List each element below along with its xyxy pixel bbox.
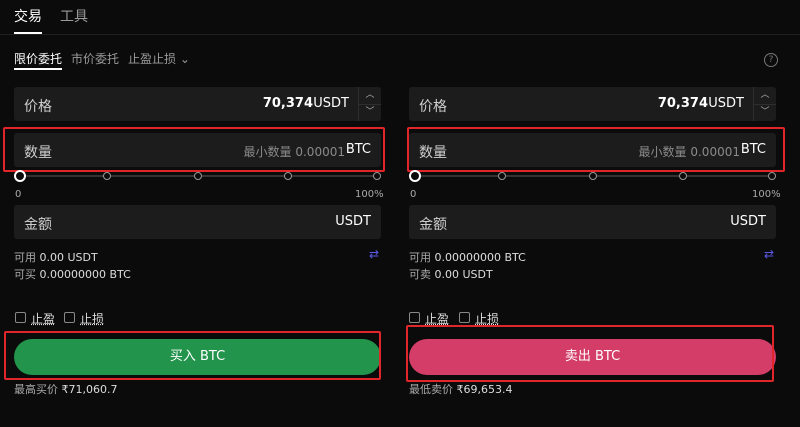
slider-min-label: 0 bbox=[410, 189, 417, 200]
sell-best-price: 最低卖价 ₹69,653.4 bbox=[409, 381, 512, 397]
main-tabs: 交易 工具 bbox=[0, 0, 800, 35]
slider-step-25[interactable] bbox=[103, 172, 111, 180]
sell-price-stepper[interactable]: ︿ ﹀ bbox=[753, 87, 776, 121]
buy-can-buy: 可买 0.00000000 BTC bbox=[14, 266, 131, 282]
sell-amount-unit: USDT bbox=[730, 214, 766, 229]
sell-can-label: 可卖 bbox=[409, 268, 431, 281]
buy-available: 可用 0.00 USDT bbox=[14, 249, 98, 265]
sell-available: 可用 0.00000000 BTC bbox=[409, 249, 526, 265]
buy-can-value: 0.00000000 BTC bbox=[39, 268, 131, 281]
tab-limit-order[interactable]: 限价委托 bbox=[14, 50, 63, 70]
sell-price-field[interactable]: 价格 70,374 USDT ︿ ﹀ bbox=[409, 87, 776, 121]
sell-best-value: ₹69,653.4 bbox=[456, 383, 513, 396]
sell-price-label: 价格 bbox=[419, 99, 447, 115]
slider-step-100[interactable] bbox=[768, 172, 776, 180]
slider-step-75[interactable] bbox=[679, 172, 687, 180]
slider-step-75[interactable] bbox=[284, 172, 292, 180]
slider-step-100[interactable] bbox=[373, 172, 381, 180]
help-icon[interactable]: ? bbox=[764, 53, 778, 67]
slider-max-label: 100% bbox=[355, 189, 384, 200]
sell-can-value: 0.00 USDT bbox=[434, 268, 493, 281]
buy-amount-label: 金额 bbox=[24, 217, 52, 233]
chevron-down-icon: ⌄ bbox=[179, 52, 190, 66]
buy-can-label: 可买 bbox=[14, 268, 36, 281]
buy-price-unit: USDT bbox=[313, 96, 349, 111]
chevron-down-icon[interactable]: ﹀ bbox=[754, 104, 776, 121]
buy-best-label: 最高买价 bbox=[14, 383, 58, 396]
chevron-up-icon[interactable]: ︿ bbox=[754, 87, 776, 105]
swap-icon[interactable]: ⇄ bbox=[764, 247, 774, 261]
sell-amount-field[interactable]: 金额 USDT bbox=[409, 205, 776, 239]
sell-price-unit: USDT bbox=[708, 96, 744, 111]
sell-available-value: 0.00000000 BTC bbox=[434, 251, 526, 264]
buy-price-label: 价格 bbox=[24, 99, 52, 115]
slider-max-label: 100% bbox=[752, 189, 781, 200]
sell-percent-slider[interactable] bbox=[409, 170, 776, 182]
buy-take-profit-label[interactable]: 止盈 bbox=[31, 310, 55, 327]
chevron-up-icon[interactable]: ︿ bbox=[359, 87, 381, 105]
buy-best-value: ₹71,060.7 bbox=[61, 383, 118, 396]
sell-price-value: 70,374 bbox=[657, 96, 708, 111]
slider-step-50[interactable] bbox=[589, 172, 597, 180]
highlight-box bbox=[407, 127, 785, 172]
buy-best-price: 最高买价 ₹71,060.7 bbox=[14, 381, 117, 397]
tab-market-order[interactable]: 市价委托 bbox=[71, 50, 119, 67]
highlight-box bbox=[3, 127, 385, 172]
chevron-down-icon[interactable]: ﹀ bbox=[359, 104, 381, 121]
buy-amount-unit: USDT bbox=[335, 214, 371, 229]
buy-stop-loss-label[interactable]: 止损 bbox=[80, 310, 104, 327]
slider-handle[interactable] bbox=[409, 170, 421, 182]
buy-price-stepper[interactable]: ︿ ﹀ bbox=[358, 87, 381, 121]
slider-min-label: 0 bbox=[15, 189, 22, 200]
slider-step-25[interactable] bbox=[498, 172, 506, 180]
buy-price-value: 70,374 bbox=[262, 96, 313, 111]
buy-available-value: 0.00 USDT bbox=[39, 251, 98, 264]
buy-stop-loss-checkbox[interactable] bbox=[64, 312, 75, 323]
sell-amount-label: 金额 bbox=[419, 217, 447, 233]
buy-available-label: 可用 bbox=[14, 251, 36, 264]
sell-can-sell: 可卖 0.00 USDT bbox=[409, 266, 493, 282]
highlight-box bbox=[406, 325, 774, 382]
tab-tp-sl-label: 止盈止损 bbox=[128, 52, 177, 66]
tab-trade[interactable]: 交易 bbox=[14, 6, 42, 34]
buy-price-field[interactable]: 价格 70,374 USDT ︿ ﹀ bbox=[14, 87, 381, 121]
buy-percent-slider[interactable] bbox=[14, 170, 381, 182]
slider-handle[interactable] bbox=[14, 170, 26, 182]
sell-best-label: 最低卖价 bbox=[409, 383, 453, 396]
swap-icon[interactable]: ⇄ bbox=[369, 247, 379, 261]
tab-tp-sl[interactable]: 止盈止损 ⌄ bbox=[128, 50, 190, 67]
sell-take-profit-checkbox[interactable] bbox=[409, 312, 420, 323]
tab-tools[interactable]: 工具 bbox=[60, 6, 88, 26]
buy-amount-field[interactable]: 金额 USDT bbox=[14, 205, 381, 239]
slider-step-50[interactable] bbox=[194, 172, 202, 180]
sell-available-label: 可用 bbox=[409, 251, 431, 264]
highlight-box bbox=[4, 331, 381, 380]
buy-take-profit-checkbox[interactable] bbox=[15, 312, 26, 323]
sell-stop-loss-checkbox[interactable] bbox=[459, 312, 470, 323]
